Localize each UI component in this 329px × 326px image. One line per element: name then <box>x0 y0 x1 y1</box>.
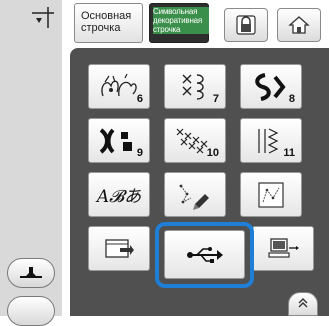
lock-button[interactable] <box>224 8 268 42</box>
font-characters-label: A𝓑あ <box>96 187 142 207</box>
edit-stitch-icon <box>258 181 284 208</box>
scroll-up-button[interactable] <box>288 292 318 316</box>
my-custom-stitch-button[interactable] <box>164 172 226 217</box>
custom-stitch-pen-icon <box>179 184 209 210</box>
presser-foot-icon <box>20 267 42 278</box>
double-chevron-up-icon <box>298 298 308 308</box>
home-button[interactable] <box>277 8 321 42</box>
lock-icon <box>236 15 256 35</box>
stitch-number-label: 11 <box>283 147 295 159</box>
tab-basic-stitch[interactable]: Основная строчка <box>74 3 143 43</box>
satin-stitch-icon <box>255 72 286 101</box>
usb-selection-highlight <box>155 222 254 288</box>
home-icon <box>288 16 310 34</box>
stitch-number-label: 8 <box>288 93 295 105</box>
machine-memory-button[interactable] <box>88 226 150 271</box>
computer-icon <box>268 237 299 258</box>
cross-stitch-icon <box>182 73 204 100</box>
presser-foot-button[interactable] <box>7 258 55 288</box>
stitch-category-10[interactable]: 10 <box>164 118 226 163</box>
edit-stitch-button[interactable] <box>240 172 302 217</box>
floral-stitch-icon <box>101 73 137 96</box>
memory-pocket-icon <box>105 238 134 258</box>
stitch-number-label: 9 <box>136 147 143 159</box>
computer-link-button[interactable] <box>252 226 314 271</box>
stitch-category-6[interactable]: 6 <box>88 64 150 109</box>
tab-decorative-stitch[interactable]: Символьная декоративная строчка <box>149 3 209 43</box>
stitch-category-9[interactable]: 9 <box>88 118 150 163</box>
stitch-number-label: 7 <box>212 93 219 105</box>
side-key-partial[interactable] <box>7 296 55 326</box>
bead-stitch-icon <box>99 127 132 154</box>
stitch-category-11[interactable]: 11 <box>240 118 302 163</box>
character-stitch-button[interactable]: A𝓑あ <box>88 172 150 217</box>
tab-decorative-label: Символьная декоративная строчка <box>153 7 209 34</box>
stitch-category-7[interactable]: 7 <box>164 64 226 109</box>
stitch-category-8[interactable]: 8 <box>240 64 302 109</box>
stitch-number-label: 6 <box>136 93 143 105</box>
stitch-number-label: 10 <box>206 147 219 159</box>
needle-position-icon <box>30 4 56 30</box>
